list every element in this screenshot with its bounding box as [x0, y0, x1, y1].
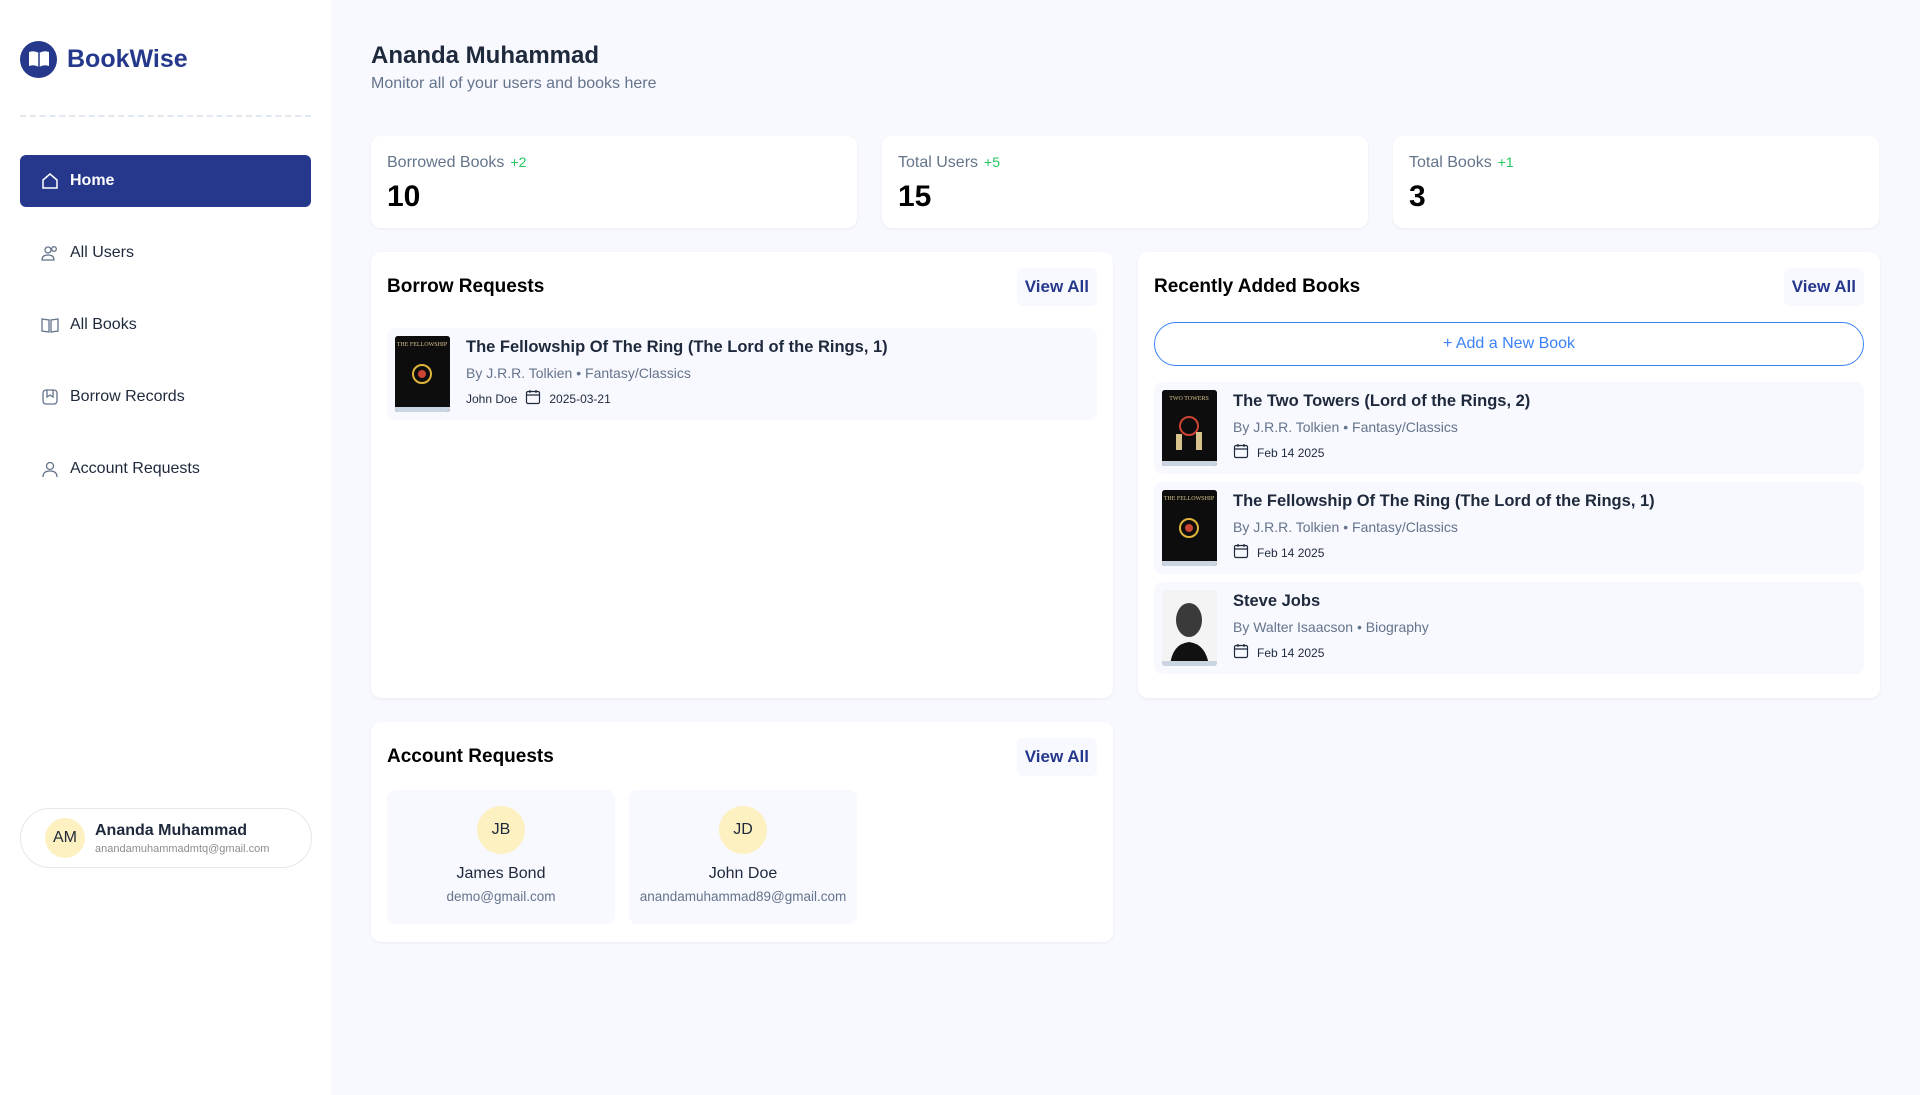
recent-books-panel: Recently Added Books View All + Add a Ne… [1138, 252, 1880, 698]
svg-text:TWO TOWERS: TWO TOWERS [1169, 396, 1209, 402]
current-user-name: Ananda Muhammad [95, 821, 248, 839]
sidebar-item-account-requests[interactable]: Account Requests [20, 443, 311, 495]
stat-label: Total Books [1409, 154, 1492, 171]
stat-change: +2 [510, 154, 527, 170]
view-all-button[interactable]: View All [1016, 268, 1097, 306]
stat-label: Borrowed Books [387, 154, 505, 171]
panel-title: Recently Added Books [1154, 276, 1361, 297]
account-request-card[interactable]: JB James Bond demo@gmail.com [387, 790, 615, 924]
recent-book-item[interactable]: Steve Jobs By Walter Isaacson • Biograph… [1154, 582, 1864, 674]
logo[interactable]: BookWise [20, 40, 311, 78]
calendar-icon [1233, 643, 1249, 662]
stat-change: +1 [1497, 154, 1514, 170]
book-title: Steve Jobs [1233, 592, 1321, 610]
divider [20, 115, 311, 117]
page-title: Ananda Muhammad [371, 42, 600, 69]
book-title: The Fellowship Of The Ring (The Lord of … [466, 338, 888, 356]
page-subtitle: Monitor all of your users and books here [371, 75, 657, 92]
avatar: JD [719, 806, 767, 854]
added-date: Feb 14 2025 [1257, 445, 1325, 460]
stat-value: 3 [1409, 180, 1426, 213]
add-new-book-button[interactable]: + Add a New Book [1154, 322, 1864, 366]
stat-label: Total Users [898, 154, 979, 171]
stat-value: 15 [898, 180, 932, 213]
calendar-icon [525, 389, 541, 408]
book-cover: TWO TOWERS [1162, 390, 1217, 466]
book-cover [1162, 590, 1217, 666]
stat-value: 10 [387, 180, 421, 213]
brand-name: BookWise [67, 44, 188, 73]
sidebar-nav: Home All Users All Books Borrow Records … [20, 155, 311, 495]
user-icon [40, 459, 60, 479]
view-all-button[interactable]: View All [1783, 268, 1864, 306]
stat-total-users: Total Users +5 15 [882, 136, 1368, 228]
book-meta: By J.R.R. Tolkien • Fantasy/Classics [1233, 519, 1458, 535]
book-cover: THE FELLOWSHIP [395, 336, 450, 412]
borrower-name: John Doe [466, 391, 518, 406]
panel-title: Account Requests [387, 746, 554, 767]
sidebar-item-label: Borrow Records [70, 388, 185, 405]
account-email: anandamuhammad89@gmail.com [639, 889, 847, 904]
view-all-button[interactable]: View All [1016, 738, 1097, 776]
sidebar-item-home[interactable]: Home [20, 155, 311, 207]
added-date: Feb 14 2025 [1257, 645, 1325, 660]
added-date: Feb 14 2025 [1257, 545, 1325, 560]
account-email: demo@gmail.com [446, 889, 556, 904]
stat-borrowed-books: Borrowed Books +2 10 [371, 136, 857, 228]
sidebar-item-label: Home [70, 172, 115, 189]
stat-total-books: Total Books +1 3 [1393, 136, 1879, 228]
panel-title: Borrow Requests [387, 276, 545, 297]
account-requests-panel: Account Requests View All JB James Bond … [371, 722, 1113, 942]
recent-book-item[interactable]: THE FELLOWSHIP The Fellowship Of The Rin… [1154, 482, 1864, 574]
bookmark-icon [40, 387, 60, 407]
current-user-email: anandamuhammadmtq@gmail.com [95, 842, 270, 855]
book-logo-icon [20, 40, 57, 78]
book-icon [40, 315, 60, 335]
stat-change: +5 [984, 154, 1000, 170]
book-title: The Two Towers (Lord of the Rings, 2) [1233, 392, 1531, 410]
avatar: JB [477, 806, 525, 854]
book-meta: By J.R.R. Tolkien • Fantasy/Classics [1233, 419, 1458, 435]
borrow-requests-panel: Borrow Requests View All THE FELLOWSHIP … [371, 252, 1113, 698]
book-title: The Fellowship Of The Ring (The Lord of … [1233, 492, 1655, 510]
sidebar-item-label: All Users [70, 244, 135, 261]
home-icon [40, 171, 60, 191]
book-meta: By J.R.R. Tolkien • Fantasy/Classics [466, 365, 691, 381]
svg-text:THE FELLOWSHIP: THE FELLOWSHIP [1164, 496, 1215, 502]
book-meta: By Walter Isaacson • Biography [1233, 619, 1429, 635]
account-name: James Bond [456, 865, 546, 882]
sidebar-item-label: All Books [70, 316, 137, 333]
svg-text:THE FELLOWSHIP: THE FELLOWSHIP [397, 342, 448, 348]
avatar: AM [45, 818, 85, 858]
recent-book-item[interactable]: TWO TOWERS The Two Towers (Lord of the R… [1154, 382, 1864, 474]
current-user-card[interactable]: AM Ananda Muhammad anandamuhammadmtq@gma… [20, 808, 312, 868]
sidebar-item-all-users[interactable]: All Users [20, 227, 311, 279]
book-cover: THE FELLOWSHIP [1162, 490, 1217, 566]
account-name: John Doe [708, 865, 778, 882]
users-icon [40, 243, 60, 263]
sidebar-item-all-books[interactable]: All Books [20, 299, 311, 351]
sidebar-item-label: Account Requests [70, 460, 200, 477]
borrow-request-item[interactable]: THE FELLOWSHIP The Fellowship Of The Rin… [387, 328, 1097, 420]
calendar-icon [1233, 543, 1249, 562]
sidebar-item-borrow-records[interactable]: Borrow Records [20, 371, 311, 423]
calendar-icon [1233, 443, 1249, 462]
sidebar: BookWise Home All Users All Books Borrow [0, 0, 331, 1095]
account-request-card[interactable]: JD John Doe anandamuhammad89@gmail.com [629, 790, 857, 924]
borrow-date: 2025-03-21 [549, 391, 611, 406]
